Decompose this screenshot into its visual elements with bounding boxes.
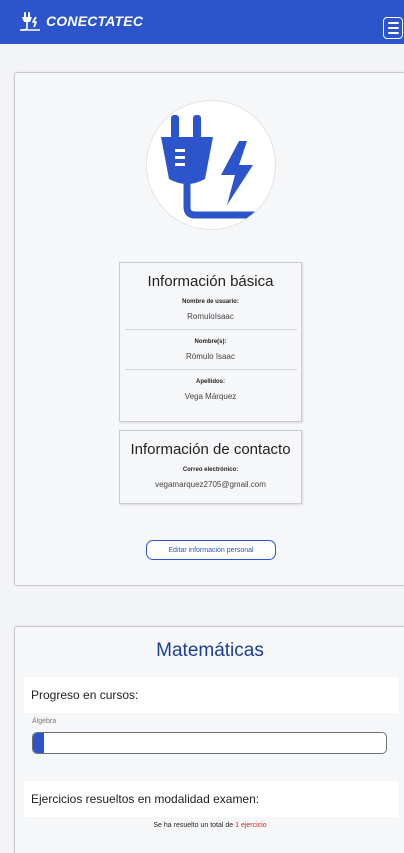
- username-value: RomuloIsaac: [187, 312, 234, 321]
- math-section-title: Matemáticas: [156, 640, 264, 661]
- email-label: Correo electrónico:: [182, 467, 239, 473]
- progress-header: Progreso en cursos:: [31, 688, 139, 702]
- contact-info-title: Información de contacto: [130, 441, 291, 458]
- divider: [124, 329, 297, 330]
- exercise-count-link[interactable]: 1 ejercicio: [235, 822, 267, 829]
- top-navbar: CONECTATEC: [0, 0, 404, 44]
- exam-header: Ejercicios resueltos en modalidad examen…: [31, 792, 260, 806]
- basic-info-title: Información básica: [147, 273, 274, 290]
- exam-summary: Se ha resuelto un total de 1 ejercicio: [0, 822, 404, 829]
- hamburger-menu-button[interactable]: [383, 17, 403, 39]
- surnames-label: Apellidos:: [195, 379, 225, 385]
- names-label: Nombre(s):: [194, 339, 227, 345]
- electric-plug-icon: [161, 115, 269, 219]
- username-label: Nombre de usuario:: [182, 299, 239, 305]
- hamburger-icon: [387, 22, 399, 24]
- divider: [124, 369, 297, 370]
- brand-name[interactable]: CONECTATEC: [46, 13, 143, 29]
- progress-header-strip: Progreso en cursos:: [24, 677, 398, 713]
- course-progress-fill: [33, 733, 44, 753]
- email-value: vegamarquez2705@gmail.com: [155, 480, 266, 489]
- contact-info-box: Información de contacto Correo electróni…: [119, 430, 302, 504]
- surnames-value: Vega Márquez: [184, 392, 237, 401]
- summary-text: Se ha resuelto un total de: [153, 822, 236, 829]
- avatar: [146, 100, 276, 230]
- plug-icon[interactable]: [18, 10, 42, 34]
- course-progress-bar[interactable]: [32, 732, 387, 754]
- names-value: Rómulo Isaac: [186, 352, 235, 361]
- basic-info-box: Información básica Nombre de usuario: Ro…: [119, 262, 302, 422]
- course-label: Álgebra: [32, 718, 57, 725]
- edit-personal-info-button[interactable]: Editar información personal: [146, 540, 276, 560]
- exam-header-strip: Ejercicios resueltos en modalidad examen…: [24, 781, 398, 817]
